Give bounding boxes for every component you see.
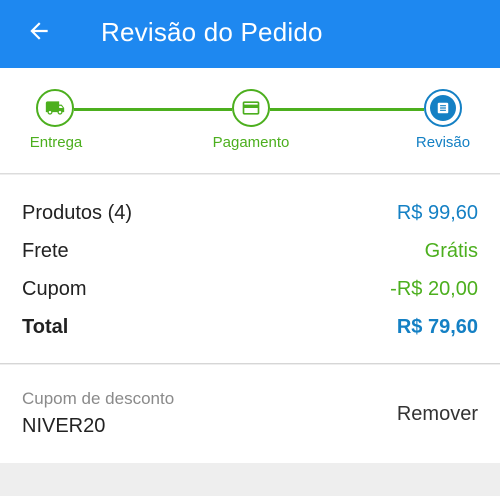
- bottom-background: [0, 463, 500, 496]
- step-revisao-fill: [430, 95, 456, 121]
- step-entrega[interactable]: [36, 89, 74, 127]
- summary-row-total: Total R$ 79,60: [22, 313, 478, 341]
- step-label-entrega: Entrega: [29, 134, 83, 151]
- shipping-value: Grátis: [424, 239, 478, 262]
- coupon-section: Cupom de desconto NIVER20 Remover: [0, 365, 500, 463]
- coupon-caption: Cupom de desconto: [22, 389, 175, 408]
- list-document-icon: [437, 102, 449, 114]
- total-value: R$ 79,60: [396, 315, 478, 338]
- step-label-pagamento: Pagamento: [212, 134, 290, 151]
- credit-card-icon: [242, 101, 260, 115]
- page-title: Revisão do Pedido: [101, 17, 323, 47]
- app-bar: Revisão do Pedido: [0, 0, 500, 68]
- step-connector-1: [74, 108, 232, 111]
- summary-row-products: Produtos (4) R$ 99,60: [22, 199, 478, 227]
- products-value: R$ 99,60: [396, 201, 478, 224]
- coupon-label: Cupom: [22, 277, 87, 300]
- remove-coupon-button[interactable]: Remover: [397, 403, 478, 426]
- coupon-value: -R$ 20,00: [390, 277, 478, 300]
- coupon-code: NIVER20: [22, 415, 106, 437]
- shipping-label: Frete: [22, 239, 69, 262]
- truck-icon: [45, 101, 65, 115]
- summary-row-shipping: Frete Grátis: [22, 237, 478, 265]
- total-label: Total: [22, 315, 69, 338]
- checkout-stepper: Entrega Pagamento Revisão: [0, 68, 500, 174]
- arrow-left-icon: [30, 22, 48, 40]
- step-connector-2: [270, 108, 424, 111]
- step-pagamento[interactable]: [232, 89, 270, 127]
- back-button[interactable]: [22, 14, 56, 48]
- order-summary: Produtos (4) R$ 99,60 Frete Grátis Cupom…: [0, 175, 500, 364]
- step-revisao[interactable]: [424, 89, 462, 127]
- step-label-revisao: Revisão: [415, 134, 471, 151]
- products-label: Produtos (4): [22, 201, 133, 224]
- summary-row-coupon: Cupom -R$ 20,00: [22, 275, 478, 303]
